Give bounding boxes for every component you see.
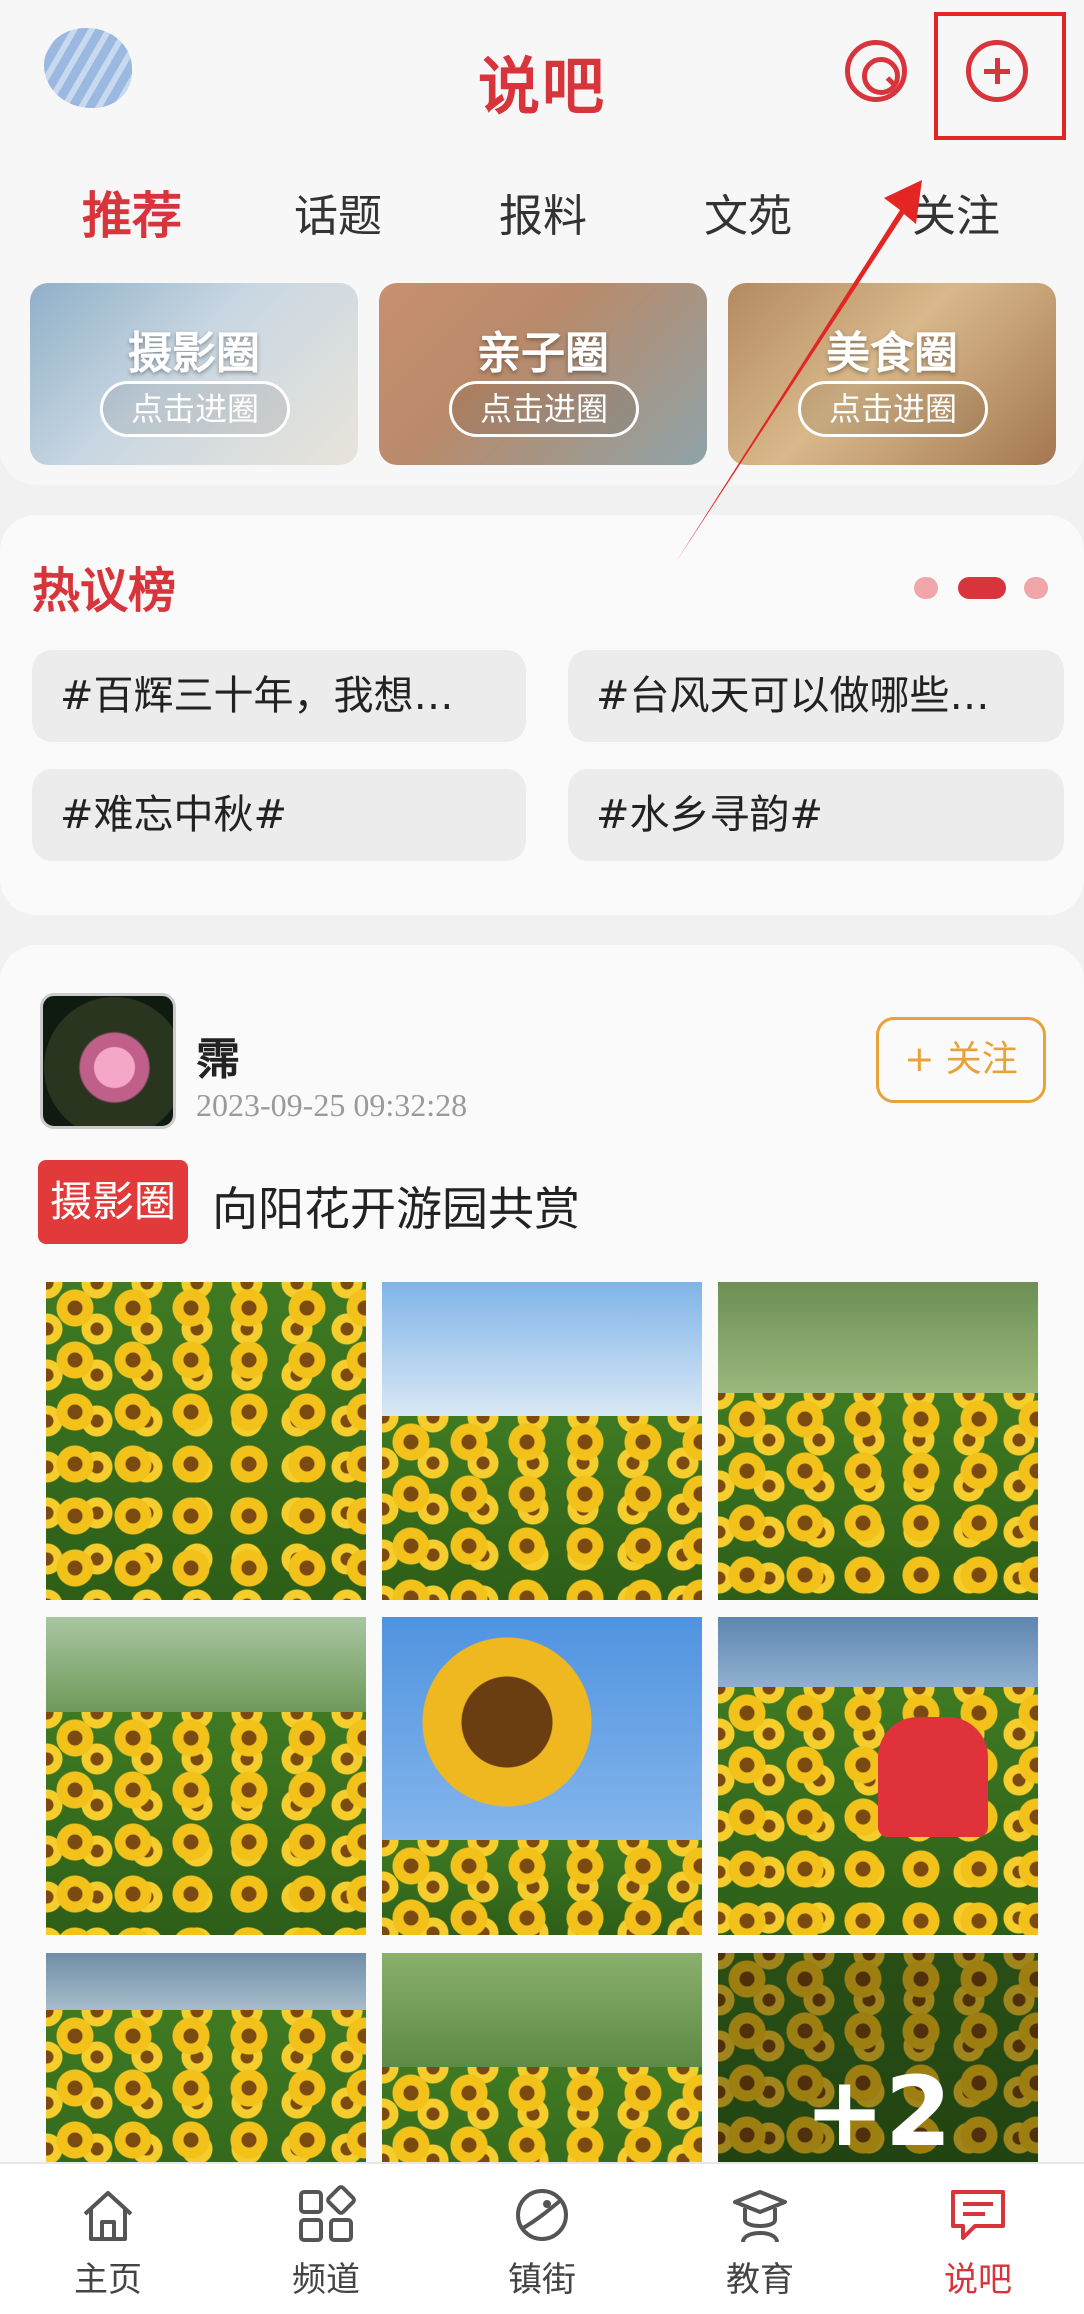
circle-card-name: 美食圈 (826, 328, 958, 379)
post-card: 霈 2023-09-25 09:32:28 + 关注 摄影圈 向阳花开游园共赏 (0, 945, 1084, 2271)
bottom-nav: 主页 频道 镇街 教育 说吧 (0, 2162, 1084, 2314)
person-in-red (878, 1717, 988, 1837)
post-photo[interactable] (46, 1282, 366, 1600)
sky (382, 1282, 702, 1416)
hot-topic[interactable]: #台风天可以做哪些… (568, 650, 1064, 742)
circle-card-name: 摄影圈 (128, 328, 260, 379)
nav-label: 说吧 (944, 2260, 1012, 2300)
page-indicator-dot-active (958, 577, 1006, 599)
chat-icon (951, 2190, 1005, 2240)
trees (718, 1282, 1038, 1394)
circle-card-photography[interactable]: 摄影圈 点击进圈 (30, 283, 358, 465)
post-photo[interactable] (382, 1282, 702, 1600)
post-photo[interactable] (382, 1617, 702, 1935)
post-timestamp: 2023-09-25 09:32:28 (196, 1087, 468, 1123)
nav-item-channels[interactable]: 频道 (256, 2184, 396, 2301)
home-icon (83, 2191, 133, 2241)
post-photo[interactable] (46, 1617, 366, 1935)
post-photo[interactable] (718, 1617, 1038, 1935)
trees (46, 1617, 366, 1713)
enter-circle-button[interactable]: 点击进圈 (449, 381, 639, 437)
circle-card-food[interactable]: 美食圈 点击进圈 (728, 283, 1056, 465)
trees (382, 1953, 702, 2068)
nav-item-home[interactable]: 主页 (38, 2184, 178, 2301)
tab-recommend[interactable]: 推荐 (52, 176, 212, 248)
tab-literature[interactable]: 文苑 (668, 180, 828, 244)
nav-label: 频道 (292, 2260, 360, 2300)
nav-label: 主页 (74, 2260, 142, 2300)
hot-board-panel: 热议榜 #百辉三十年，我想… #台风天可以做哪些… #难忘中秋# #水乡寻韵# (0, 515, 1084, 915)
post-photo[interactable] (718, 1282, 1038, 1600)
water (46, 1953, 366, 2011)
tab-reports[interactable]: 报料 (463, 180, 623, 244)
circle-card-parenting[interactable]: 亲子圈 点击进圈 (379, 283, 707, 465)
graduation-icon (733, 2190, 787, 2243)
post-author-name[interactable]: 霈 (196, 1023, 240, 1087)
sunflower-closeup (422, 1637, 592, 1807)
enter-circle-button[interactable]: 点击进圈 (798, 381, 988, 437)
sunflower-field (718, 1393, 1038, 1600)
nav-item-education[interactable]: 教育 (690, 2184, 830, 2301)
page-indicator-dot (1024, 577, 1048, 599)
nav-label: 镇街 (508, 2260, 576, 2300)
annotation-highlight-box (934, 12, 1066, 140)
enter-circle-button[interactable]: 点击进圈 (100, 381, 290, 437)
search-icon[interactable] (845, 40, 907, 102)
sunflower-field (382, 1839, 702, 1935)
nav-item-towns[interactable]: 镇街 (472, 2184, 612, 2301)
tab-topics[interactable]: 话题 (258, 180, 418, 244)
grid-icon (299, 2185, 356, 2242)
post-author-avatar[interactable] (40, 993, 176, 1129)
water (718, 1617, 1038, 1687)
hot-board-title: 热议榜 (32, 563, 177, 619)
page-title: 说吧 (477, 50, 606, 123)
planet-icon (516, 2189, 568, 2241)
tab-follow[interactable]: 关注 (876, 180, 1036, 244)
page-indicator-dot (914, 577, 938, 599)
sunflower-field (382, 1415, 702, 1600)
hot-topic[interactable]: #水乡寻韵# (568, 769, 1064, 861)
follow-button[interactable]: + 关注 (876, 1017, 1046, 1103)
nav-label: 教育 (726, 2260, 794, 2300)
nav-item-talk[interactable]: 说吧 (908, 2184, 1048, 2301)
post-circle-tag[interactable]: 摄影圈 (38, 1160, 189, 1244)
circle-card-name: 亲子圈 (477, 328, 609, 379)
hot-topic[interactable]: #百辉三十年，我想… (32, 650, 526, 742)
hot-topic[interactable]: #难忘中秋# (32, 769, 526, 861)
sunflower-field (46, 1282, 366, 1600)
post-text[interactable]: 向阳花开游园共赏 (212, 1173, 580, 1239)
sunflower-field (46, 1712, 366, 1935)
